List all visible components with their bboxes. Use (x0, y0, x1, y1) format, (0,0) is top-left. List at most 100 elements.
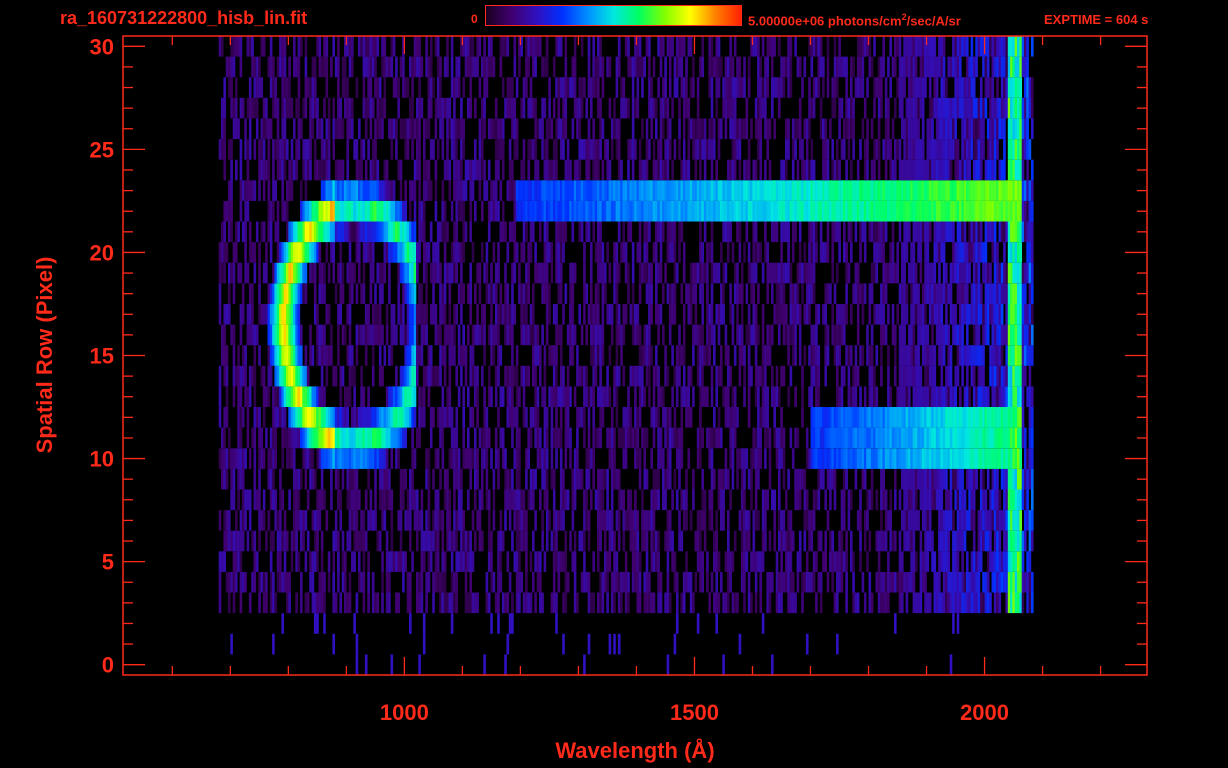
heatmap-cell (427, 242, 431, 263)
heatmap-cell (513, 489, 517, 511)
heatmap-cell (346, 304, 350, 325)
heatmap-cell (399, 468, 403, 490)
heatmap-cell (910, 427, 913, 449)
heatmap-cell (998, 448, 1002, 469)
heatmap-cell (341, 180, 345, 201)
heatmap-cell (506, 324, 510, 346)
heatmap-cell (613, 468, 616, 490)
heatmap-cell (462, 180, 466, 201)
heatmap-cell (413, 304, 417, 325)
heatmap-cell (884, 407, 888, 428)
heatmap-cell (448, 365, 452, 387)
heatmap-cell (1007, 510, 1011, 531)
heatmap-cell (956, 468, 960, 490)
heatmap-cell (887, 407, 890, 428)
heatmap-cell (870, 489, 874, 511)
heatmap-cell (550, 242, 554, 263)
heatmap-cell (1021, 200, 1025, 222)
heatmap-cell (225, 407, 229, 428)
heatmap-cell (771, 324, 774, 346)
heatmap-cell (1017, 242, 1020, 263)
heatmap-cell (903, 427, 906, 449)
heatmap-cell (791, 324, 795, 346)
heatmap-cell (977, 345, 981, 366)
heatmap-cell (645, 571, 649, 593)
heatmap-cell (959, 407, 962, 428)
heatmap-cell (894, 324, 897, 346)
heatmap-cell (826, 345, 830, 366)
heatmap-cell (239, 468, 243, 490)
heatmap-cell (924, 304, 927, 325)
heatmap-cell (469, 468, 473, 490)
heatmap-cell (636, 200, 640, 222)
heatmap-cell (747, 530, 751, 552)
heatmap-cell (801, 365, 804, 387)
heatmap-cell (791, 242, 795, 263)
heatmap-cell (362, 242, 366, 263)
heatmap-cell (422, 365, 426, 387)
heatmap-cell (378, 324, 382, 346)
heatmap-cell (1019, 242, 1023, 263)
heatmap-cell (685, 200, 688, 222)
heatmap-cell (367, 242, 370, 263)
heatmap-cell (371, 221, 375, 243)
heatmap-cell (304, 200, 308, 222)
heatmap-cell (1012, 283, 1016, 305)
heatmap-cell (671, 489, 674, 511)
heatmap-cell (228, 200, 231, 222)
heatmap-cell (952, 530, 955, 552)
heatmap-cell (306, 159, 310, 181)
heatmap-cell (518, 571, 521, 593)
heatmap-cell (248, 448, 252, 469)
heatmap-cell (840, 304, 844, 325)
heatmap-cell (281, 304, 285, 325)
heatmap-cell (940, 407, 944, 428)
heatmap-cell (434, 530, 438, 552)
heatmap-cell (977, 386, 981, 408)
heatmap-cell (845, 530, 848, 552)
heatmap-cell (699, 262, 702, 284)
heatmap-cell (555, 159, 558, 181)
heatmap-cell (583, 551, 586, 572)
heatmap-cell (383, 427, 387, 449)
heatmap-cell (701, 571, 705, 593)
heatmap-cell (645, 221, 649, 243)
heatmap-cell (327, 448, 331, 469)
heatmap-cell (652, 200, 656, 222)
heatmap-cell (817, 468, 821, 490)
heatmap-cell (926, 365, 930, 387)
heatmap-cell (286, 221, 289, 243)
heatmap-cell (339, 510, 343, 531)
heatmap-cell (617, 365, 621, 387)
heatmap-cell (972, 489, 976, 511)
heatmap-cell (856, 365, 860, 387)
heatmap-cell (989, 221, 992, 243)
heatmap-cell (608, 345, 612, 366)
heatmap-cell (921, 180, 925, 201)
heatmap-cell (1007, 592, 1011, 614)
heatmap-cell (362, 407, 366, 428)
heatmap-cell (281, 407, 285, 428)
heatmap-cell (548, 304, 551, 325)
heatmap-cell (434, 448, 438, 469)
heatmap-cell (898, 592, 902, 614)
heatmap-cell (921, 571, 925, 593)
heatmap-cell (933, 407, 937, 428)
heatmap-cell (601, 283, 605, 305)
heatmap-cell (550, 345, 554, 366)
heatmap-cell (996, 283, 999, 305)
heatmap-cell (597, 262, 600, 284)
heatmap-cell (413, 283, 417, 305)
heatmap-cell (977, 365, 981, 387)
heatmap-cell (309, 468, 312, 490)
heatmap-cell (926, 592, 930, 614)
heatmap-cell (678, 365, 681, 387)
heatmap-cell (599, 242, 602, 263)
heatmap-cell (652, 386, 656, 408)
heatmap-cell (933, 551, 937, 572)
heatmap-cell (253, 530, 257, 552)
heatmap-cell (668, 427, 672, 449)
heatmap-cell (701, 489, 705, 511)
heatmap-cell (543, 407, 547, 428)
heatmap-cell (460, 551, 463, 572)
